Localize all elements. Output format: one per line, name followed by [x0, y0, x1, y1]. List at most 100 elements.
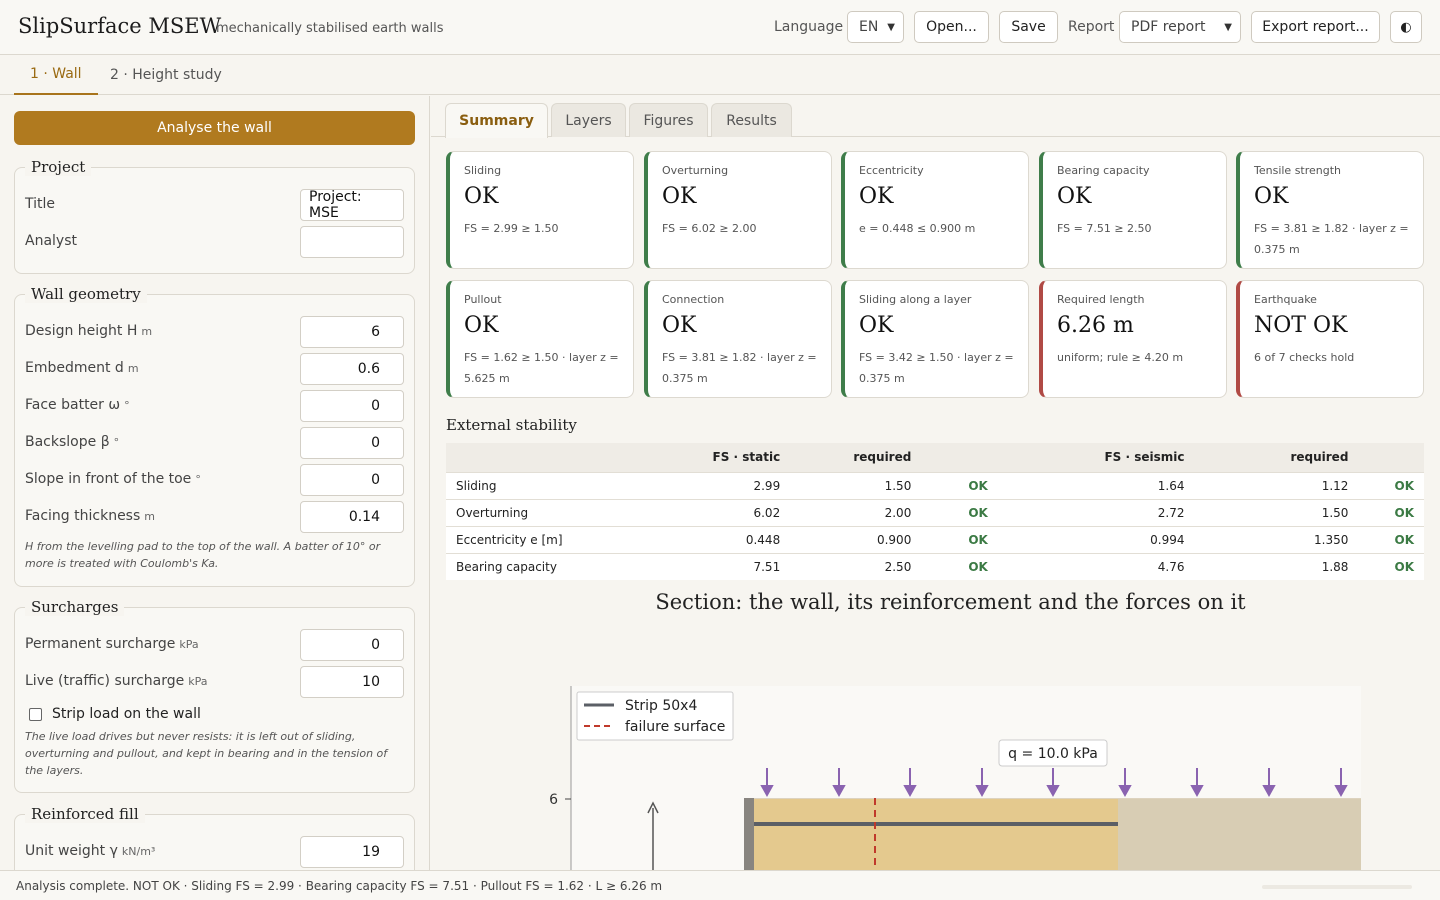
- analyst-input[interactable]: [300, 226, 404, 258]
- card-title: Bearing capacity: [1057, 164, 1150, 177]
- card-detail: FS = 3.81 ≥ 1.82 · layer z = 0.375 m: [662, 351, 817, 385]
- figure-title: Section: the wall, its reinforcement and…: [655, 590, 1246, 614]
- card-title: Required length: [1057, 293, 1145, 306]
- table-cell: Bearing capacity: [446, 552, 665, 580]
- title-input[interactable]: Project: MSE: [300, 189, 404, 221]
- table-row: Eccentricity e [m] 0.448 0.900 OK 0.994 …: [446, 525, 1424, 553]
- app-title: SlipSurface MSEW: [18, 14, 222, 38]
- table-cell: 4.76: [997, 552, 1195, 580]
- table-cell: 0.448: [664, 525, 791, 553]
- legend-failure-label: failure surface: [625, 719, 725, 735]
- language-select[interactable]: EN ▼: [847, 11, 904, 43]
- surcharges-section: Surcharges Permanent surcharge kPa 0 Live…: [14, 598, 415, 793]
- table-header-row: FS · static required FS · seismic requir…: [446, 443, 1424, 472]
- main-tabs: 1 · Wall 2 · Height study: [0, 55, 1440, 95]
- card-value: OK: [1254, 184, 1289, 209]
- toe-slope-input[interactable]: 0: [300, 464, 404, 496]
- status-badge: OK: [1358, 471, 1424, 499]
- export-report-button[interactable]: Export report...: [1251, 11, 1380, 43]
- table-cell: 0.900: [790, 525, 922, 553]
- card-title: Pullout: [464, 293, 502, 306]
- table-cell: 2.00: [790, 498, 922, 526]
- status-text: Analysis complete. NOT OK · Sliding FS =…: [16, 879, 663, 893]
- tab-wall[interactable]: 1 · Wall: [14, 55, 98, 95]
- table-cell: 2.99: [664, 471, 791, 499]
- backslope-input[interactable]: 0: [300, 427, 404, 459]
- input-panel: Analyse the wall Project Title Project: …: [0, 96, 430, 870]
- toe-slope-label: Slope in front of the toe °: [25, 471, 201, 487]
- table-cell: Sliding: [446, 471, 665, 499]
- table-cell: 1.350: [1194, 525, 1359, 553]
- check-card-required-length: Required length 6.26 m uniform; rule ≥ 4…: [1039, 280, 1227, 398]
- check-card-eccentricity: Eccentricity OK e = 0.448 ≤ 0.900 m: [841, 151, 1029, 269]
- table-row: Bearing capacity 7.51 2.50 OK 4.76 1.88 …: [446, 552, 1424, 580]
- legend-strip-label: Strip 50x4: [625, 698, 697, 714]
- wall-section-figure: 6 q = 10.0 kPa Strip 50x4 failure surfac…: [549, 686, 1361, 870]
- facing-thickness-row: Facing thickness m 0.14: [25, 501, 405, 533]
- tab-height-study[interactable]: 2 · Height study: [94, 55, 238, 95]
- permanent-surcharge-input[interactable]: 0: [300, 629, 404, 661]
- wall-facing: [744, 798, 754, 870]
- face-batter-label: Face batter ω °: [25, 397, 130, 413]
- unit-weight-input[interactable]: 19: [300, 836, 404, 868]
- table-cell: 2.72: [997, 498, 1195, 526]
- language-label: Language: [774, 19, 844, 35]
- card-value: OK: [1057, 184, 1092, 209]
- strip-load-option[interactable]: Strip load on the wall: [29, 704, 201, 724]
- column-header: required: [1194, 443, 1359, 472]
- project-legend: Project: [25, 158, 92, 176]
- wall-geometry-legend: Wall geometry: [25, 285, 147, 303]
- column-header: [921, 443, 998, 472]
- design-height-label: Design height Hm: [25, 323, 153, 339]
- tab-figures[interactable]: Figures: [629, 103, 708, 137]
- card-title: Connection: [662, 293, 725, 306]
- analyst-label: Analyst: [25, 233, 77, 249]
- design-height-input[interactable]: 6: [300, 316, 404, 348]
- report-select[interactable]: PDF report ▼: [1119, 11, 1241, 43]
- face-batter-input[interactable]: 0: [300, 390, 404, 422]
- tab-results[interactable]: Results: [711, 103, 792, 137]
- embedment-label: Embedment dm: [25, 360, 139, 376]
- facing-thickness-input[interactable]: 0.14: [300, 501, 404, 533]
- table-cell: 7.51: [664, 552, 791, 580]
- save-button[interactable]: Save: [999, 11, 1058, 43]
- check-card-sliding-layer: Sliding along a layer OK FS = 3.42 ≥ 1.5…: [841, 280, 1029, 398]
- strip-load-checkbox[interactable]: [29, 707, 42, 721]
- status-badge: OK: [921, 471, 998, 499]
- card-value: OK: [464, 184, 499, 209]
- tab-summary[interactable]: Summary: [445, 103, 548, 138]
- card-value: OK: [662, 184, 697, 209]
- results-panel: Summary Layers Figures Results Sliding O…: [431, 96, 1440, 870]
- language-value: EN: [859, 19, 879, 35]
- unit-weight-row: Unit weight γ kN/m³ 19: [25, 836, 405, 868]
- project-section: Project Title Project: MSE Analyst: [14, 158, 415, 274]
- table-cell: 1.88: [1194, 552, 1359, 580]
- status-bar: Analysis complete. NOT OK · Sliding FS =…: [0, 870, 1440, 900]
- permanent-surcharge-label: Permanent surcharge kPa: [25, 636, 199, 652]
- status-badge: OK: [921, 552, 998, 580]
- load-label: q = 10.0 kPa: [1008, 746, 1098, 762]
- card-value: OK: [662, 313, 697, 338]
- backslope-row: Backslope β ° 0: [25, 427, 405, 459]
- embedment-input[interactable]: 0.6: [300, 353, 404, 385]
- card-detail: uniform; rule ≥ 4.20 m: [1057, 351, 1184, 364]
- card-value: 6.26 m: [1057, 313, 1134, 338]
- progress-track: [1262, 885, 1412, 889]
- open-button[interactable]: Open...: [914, 11, 989, 43]
- card-detail: FS = 6.02 ≥ 2.00: [662, 222, 757, 235]
- column-header: [1358, 443, 1424, 472]
- live-surcharge-input[interactable]: 10: [300, 666, 404, 698]
- app-subtitle: mechanically stabilised earth walls: [216, 21, 444, 36]
- retained-soil: [1118, 798, 1361, 870]
- geometry-note: H from the levelling pad to the top of t…: [25, 540, 381, 570]
- column-header: required: [790, 443, 922, 472]
- analyst-row: Analyst: [25, 226, 405, 258]
- analyse-wall-button[interactable]: Analyse the wall: [14, 111, 415, 145]
- card-value: OK: [464, 313, 499, 338]
- table-cell: 2.50: [790, 552, 922, 580]
- check-card-tensile: Tensile strength OK FS = 3.81 ≥ 1.82 · l…: [1236, 151, 1424, 269]
- card-value: OK: [859, 184, 894, 209]
- table-cell: 1.50: [790, 471, 922, 499]
- tab-layers[interactable]: Layers: [551, 103, 626, 137]
- theme-toggle-icon[interactable]: ◐: [1390, 11, 1422, 43]
